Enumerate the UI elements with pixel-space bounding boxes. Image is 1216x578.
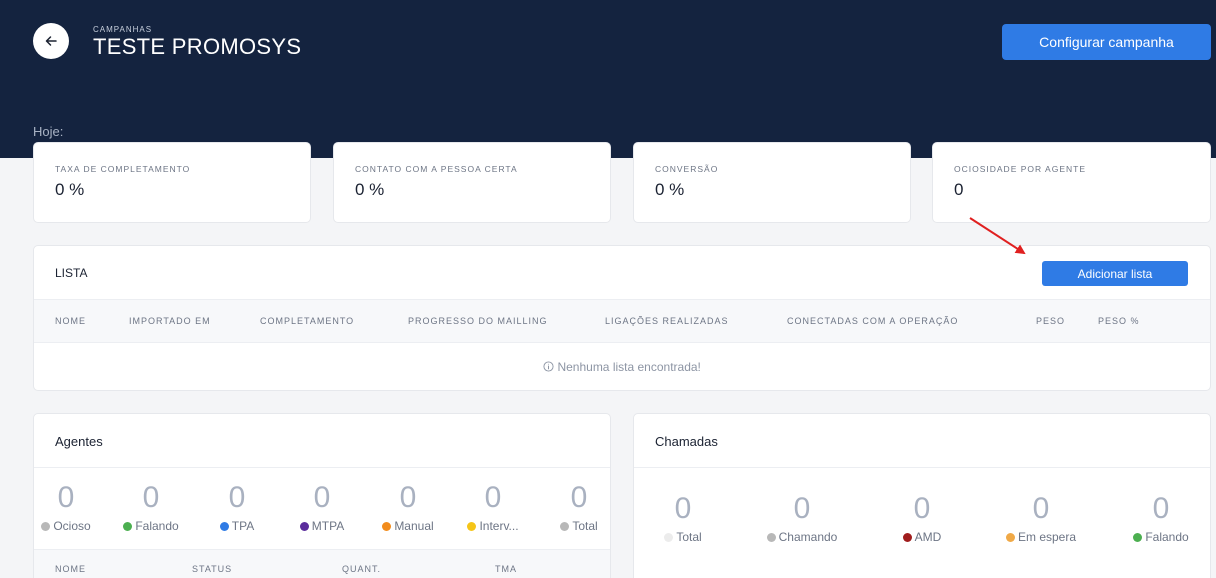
calls-card-title: Chamadas	[655, 434, 718, 449]
agents-stat-talking: 0 Falando	[106, 483, 196, 533]
kpi-card-agent-idleness: OCIOSIDADE POR AGENTE 0	[932, 142, 1211, 223]
stat-value: 0	[142, 481, 160, 514]
divider	[634, 467, 1210, 468]
status-dot	[382, 521, 392, 531]
kpi-label: OCIOSIDADE POR AGENTE	[954, 164, 1086, 174]
status-dot	[219, 521, 229, 531]
stat-label: MTPA	[277, 519, 367, 533]
kpi-label: CONVERSÃO	[655, 164, 719, 174]
column-header-calls-made[interactable]: LIGAÇÕES REALIZADAS	[605, 300, 729, 342]
list-table-header: NOME IMPORTADO EM COMPLETAMENTO PROGRESS…	[34, 299, 1210, 343]
agents-stat-idle: 0 Ocioso	[34, 481, 111, 533]
info-icon	[543, 361, 554, 372]
agents-table-header: NOME STATUS QUANT. TMA	[34, 549, 610, 578]
stat-value: 0	[674, 492, 692, 525]
stat-value: 0	[793, 492, 811, 525]
column-header-tma[interactable]: TMA	[495, 550, 517, 578]
kpi-label: TAXA DE COMPLETAMENTO	[55, 164, 191, 174]
calls-stat-on-hold: 0 Em espera	[996, 494, 1086, 544]
agents-card: Agentes 0 Ocioso 0 Falando 0 TPA 0 MTPA …	[33, 413, 611, 578]
list-card-title: LISTA	[55, 266, 88, 280]
page-title: TESTE PROMOSYS	[93, 34, 302, 59]
stat-label: Ocioso	[34, 519, 111, 533]
stat-label: TPA	[192, 519, 282, 533]
stat-label: Falando	[1116, 530, 1206, 544]
status-dot	[1133, 532, 1143, 542]
stat-label: Em espera	[996, 530, 1086, 544]
column-header-imported-at[interactable]: IMPORTADO EM	[129, 300, 211, 342]
stat-value: 0	[1032, 492, 1050, 525]
empty-list-message: Nenhuma lista encontrada!	[34, 360, 1210, 374]
column-header-quantity[interactable]: QUANT.	[342, 550, 381, 578]
stat-label: AMD	[877, 530, 967, 544]
calls-stat-ringing: 0 Chamando	[757, 494, 847, 544]
kpi-value: 0 %	[355, 180, 385, 199]
status-dot	[766, 532, 776, 542]
kpi-value: 0 %	[55, 180, 85, 199]
column-header-completion[interactable]: COMPLETAMENTO	[260, 300, 354, 342]
stat-label: Chamando	[757, 530, 847, 544]
agents-stat-tpa: 0 TPA	[192, 483, 282, 533]
status-dot	[664, 532, 674, 542]
stat-label: Total	[534, 519, 610, 533]
column-header-weight[interactable]: PESO	[1036, 300, 1065, 342]
kpi-card-completion-rate: TAXA DE COMPLETAMENTO 0 %	[33, 142, 311, 223]
kpi-card-conversion: CONVERSÃO 0 %	[633, 142, 911, 223]
stat-label: Total	[638, 530, 728, 544]
breadcrumb[interactable]: CAMPANHAS	[93, 25, 152, 34]
kpi-value: 0	[954, 180, 964, 199]
column-header-name[interactable]: NOME	[55, 300, 86, 342]
status-dot	[902, 532, 912, 542]
stat-label: Manual	[363, 519, 453, 533]
add-list-button[interactable]: Adicionar lista	[1042, 261, 1188, 286]
calls-card: Chamadas 0 Total 0 Chamando 0 AMD 0 Em e…	[633, 413, 1211, 578]
agents-stat-manual: 0 Manual	[363, 483, 453, 533]
stat-label: Falando	[106, 519, 196, 533]
column-header-weight-percent[interactable]: PESO %	[1098, 300, 1140, 342]
stat-value: 0	[228, 481, 246, 514]
calls-stat-talking: 0 Falando	[1116, 494, 1206, 544]
stat-value: 0	[484, 481, 502, 514]
list-card: LISTA Adicionar lista NOME IMPORTADO EM …	[33, 245, 1211, 391]
agents-stat-total: 0 Total	[534, 481, 610, 533]
calls-stat-total: 0 Total	[638, 494, 728, 544]
arrow-left-icon	[45, 36, 57, 46]
kpi-value: 0 %	[655, 180, 685, 199]
status-dot	[123, 521, 133, 531]
column-header-mailing-progress[interactable]: PROGRESSO DO MAILLING	[408, 300, 548, 342]
stat-value: 0	[399, 481, 417, 514]
kpi-card-right-party-contact: CONTATO COM A PESSOA CERTA 0 %	[333, 142, 611, 223]
stat-value: 0	[913, 492, 931, 525]
stat-value: 0	[1152, 492, 1170, 525]
agents-stat-interval: 0 Interv...	[448, 483, 538, 533]
stat-value: 0	[570, 481, 588, 514]
status-dot	[1005, 532, 1015, 542]
status-dot	[560, 521, 570, 531]
configure-campaign-button[interactable]: Configurar campanha	[1002, 24, 1211, 60]
back-button[interactable]	[33, 23, 69, 59]
stat-label: Interv...	[448, 519, 538, 533]
kpi-label: CONTATO COM A PESSOA CERTA	[355, 164, 518, 174]
agents-stat-mtpa: 0 MTPA	[277, 483, 367, 533]
column-header-status[interactable]: STATUS	[192, 550, 232, 578]
agents-card-title: Agentes	[55, 434, 103, 449]
today-label: Hoje:	[33, 124, 64, 139]
stat-value: 0	[313, 481, 331, 514]
column-header-name[interactable]: NOME	[55, 550, 86, 578]
column-header-connected[interactable]: CONECTADAS COM A OPERAÇÃO	[787, 300, 958, 342]
status-dot	[299, 521, 309, 531]
status-dot	[41, 521, 51, 531]
stat-value: 0	[57, 481, 75, 514]
divider	[34, 467, 610, 468]
empty-list-text: Nenhuma lista encontrada!	[557, 360, 701, 374]
calls-stat-amd: 0 AMD	[877, 494, 967, 544]
status-dot	[467, 521, 477, 531]
